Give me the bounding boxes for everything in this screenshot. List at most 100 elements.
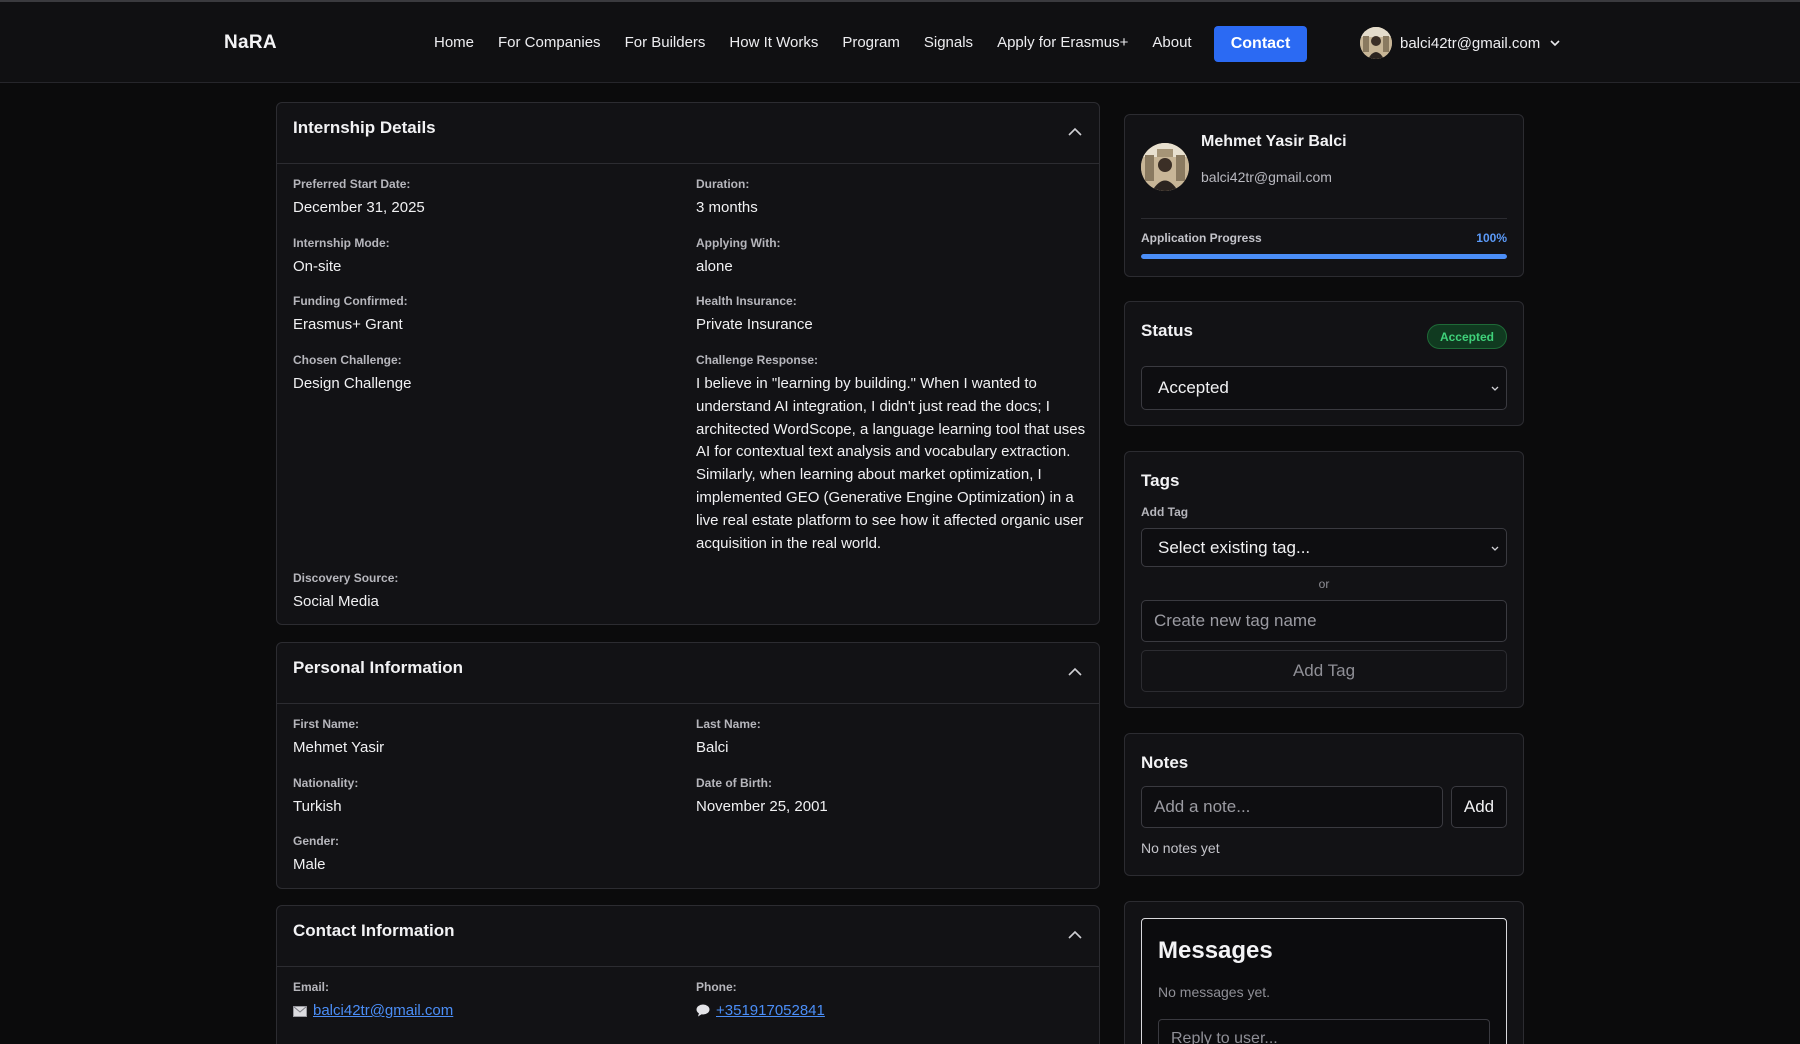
nav-apply-erasmus[interactable]: Apply for Erasmus+	[997, 34, 1128, 51]
field-label: Date of Birth:	[696, 776, 772, 790]
date-of-birth-field: Date of Birth: November 25, 2001	[696, 776, 828, 819]
field-value: Balci	[696, 739, 729, 756]
chevron-down-icon	[1491, 386, 1499, 391]
internship-details-card: Internship Details Preferred Start Date:…	[276, 102, 1100, 625]
duration-field: Duration: 3 months	[696, 177, 758, 220]
funding-field: Funding Confirmed: Erasmus+ Grant	[293, 294, 408, 337]
status-selected-value: Accepted	[1158, 378, 1229, 397]
profile-card: Mehmet Yasir Balci balci42tr@gmail.com A…	[1124, 114, 1524, 277]
add-tag-label: Add Tag	[1141, 505, 1189, 519]
email-link[interactable]: balci42tr@gmail.com	[313, 1002, 453, 1019]
reply-placeholder: Reply to user...	[1171, 1030, 1278, 1044]
internship-mode-field: Internship Mode: On-site	[293, 236, 390, 279]
messages-empty-text: No messages yet.	[1158, 984, 1271, 1000]
add-note-button[interactable]: Add	[1451, 786, 1507, 828]
nav-for-companies[interactable]: For Companies	[498, 34, 601, 51]
field-value: balci42tr@gmail.com	[293, 1000, 453, 1023]
card-header[interactable]: Contact Information	[277, 906, 1099, 967]
notes-empty-text: No notes yet	[1141, 840, 1220, 856]
start-date-field: Preferred Start Date: December 31, 2025	[293, 177, 425, 220]
field-value: I believe in "learning by building." Whe…	[696, 375, 1086, 552]
chosen-challenge-field: Chosen Challenge: Design Challenge	[293, 353, 411, 396]
field-value: Turkish	[293, 798, 342, 815]
new-tag-input[interactable]: Create new tag name	[1141, 600, 1507, 642]
field-label: Applying With:	[696, 236, 781, 250]
card-header[interactable]: Internship Details	[277, 103, 1099, 164]
chevron-up-icon[interactable]	[1067, 930, 1083, 940]
field-label: Preferred Start Date:	[293, 177, 411, 191]
avatar	[1360, 27, 1392, 59]
field-label: Duration:	[696, 177, 750, 191]
discovery-source-field: Discovery Source: Social Media	[293, 571, 398, 614]
chevron-up-icon[interactable]	[1067, 667, 1083, 677]
field-value: Design Challenge	[293, 375, 412, 392]
nav-for-builders[interactable]: For Builders	[625, 34, 706, 51]
card-title: Personal Information	[293, 658, 464, 677]
personal-information-card: Personal Information First Name: Mehmet …	[276, 642, 1100, 889]
field-value: Erasmus+ Grant	[293, 316, 403, 333]
field-label: Internship Mode:	[293, 236, 390, 250]
card-title: Internship Details	[293, 118, 436, 137]
brand-logo[interactable]: NaRA	[224, 32, 277, 54]
status-title: Status	[1141, 321, 1193, 340]
progress-label: Application Progress	[1141, 231, 1262, 245]
field-value: December 31, 2025	[293, 199, 425, 216]
user-menu[interactable]: balci42tr@gmail.com	[1360, 27, 1562, 59]
speech-bubble-icon	[696, 1004, 710, 1017]
existing-tag-placeholder: Select existing tag...	[1158, 537, 1311, 557]
progress-fill	[1141, 254, 1507, 259]
existing-tag-select[interactable]: Select existing tag...	[1141, 528, 1507, 567]
nav-about[interactable]: About	[1152, 34, 1191, 51]
note-input[interactable]: Add a note...	[1141, 786, 1443, 828]
field-label: Health Insurance:	[696, 294, 797, 308]
nav-how-it-works[interactable]: How It Works	[729, 34, 818, 51]
progress-bar	[1141, 254, 1507, 259]
messages-panel: Messages No messages yet. Reply to user.…	[1141, 918, 1507, 1044]
notes-title: Notes	[1141, 753, 1189, 772]
user-email: balci42tr@gmail.com	[1400, 34, 1541, 52]
avatar	[1141, 143, 1189, 191]
phone-field: Phone: +351917052841	[696, 980, 825, 1023]
field-label: Funding Confirmed:	[293, 294, 408, 308]
reply-input[interactable]: Reply to user...	[1158, 1019, 1490, 1044]
field-value: Private Insurance	[696, 316, 813, 333]
field-value: alone	[696, 258, 733, 275]
card-header[interactable]: Personal Information	[277, 643, 1099, 704]
status-select[interactable]: Accepted	[1141, 366, 1507, 410]
add-tag-button[interactable]: Add Tag	[1141, 650, 1507, 692]
contact-button[interactable]: Contact	[1214, 26, 1307, 62]
first-name-field: First Name: Mehmet Yasir	[293, 717, 384, 760]
messages-title: Messages	[1158, 937, 1273, 964]
health-insurance-field: Health Insurance: Private Insurance	[696, 294, 813, 337]
field-value: Mehmet Yasir	[293, 739, 385, 756]
contact-information-card: Contact Information Email: balci42tr@gma…	[276, 905, 1100, 1044]
nav-signals[interactable]: Signals	[924, 34, 973, 51]
chevron-down-icon	[1491, 546, 1499, 551]
last-name-field: Last Name: Balci	[696, 717, 761, 760]
gender-field: Gender: Male	[293, 834, 339, 877]
nav-program[interactable]: Program	[842, 34, 900, 51]
status-card: Status Accepted Accepted	[1124, 301, 1524, 426]
tags-title: Tags	[1141, 471, 1180, 490]
chevron-up-icon[interactable]	[1067, 127, 1083, 137]
phone-link[interactable]: +351917052841	[716, 1002, 825, 1019]
field-value: +351917052841	[696, 1000, 825, 1023]
envelope-icon	[293, 1006, 307, 1017]
profile-email: balci42tr@gmail.com	[1201, 169, 1332, 185]
new-tag-placeholder: Create new tag name	[1154, 611, 1317, 630]
nav-home[interactable]: Home	[434, 34, 474, 51]
field-label: Gender:	[293, 834, 340, 848]
field-label: Last Name:	[696, 717, 761, 731]
field-label: Challenge Response:	[696, 353, 819, 367]
email-field: Email: balci42tr@gmail.com	[293, 980, 453, 1023]
field-label: Discovery Source:	[293, 571, 399, 585]
top-navbar: NaRA Home For Companies For Builders How…	[0, 0, 1800, 83]
nationality-field: Nationality: Turkish	[293, 776, 358, 819]
field-label: First Name:	[293, 717, 360, 731]
field-value: Male	[293, 856, 326, 873]
chevron-down-icon[interactable]	[1548, 36, 1562, 50]
tags-card: Tags Add Tag Select existing tag... or C…	[1124, 451, 1524, 708]
note-placeholder: Add a note...	[1154, 797, 1251, 816]
field-label: Chosen Challenge:	[293, 353, 402, 367]
applying-with-field: Applying With: alone	[696, 236, 781, 279]
